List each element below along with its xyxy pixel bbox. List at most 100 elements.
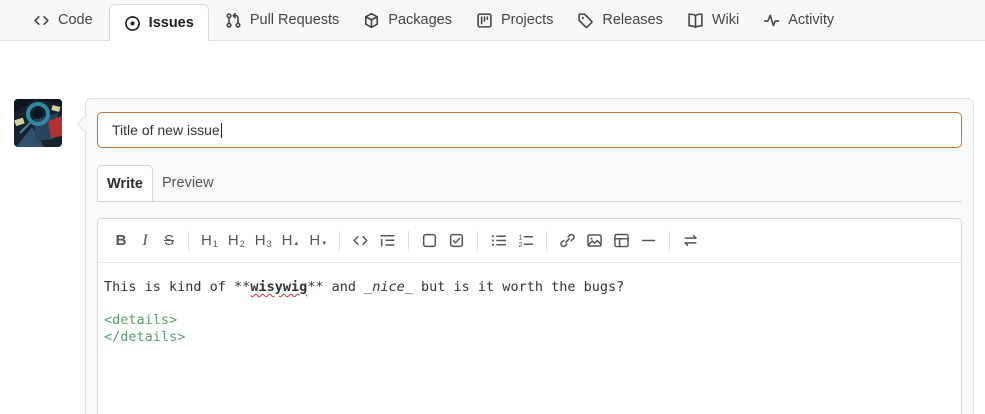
- tab-packages-label: Packages: [388, 12, 452, 28]
- git-pull-request-icon: [226, 12, 241, 28]
- avatar-image: [14, 99, 62, 147]
- tab-wiki[interactable]: Wiki: [675, 0, 751, 40]
- bold-misspelled-word: wisywig: [250, 279, 308, 295]
- issue-title-input[interactable]: Title of new issue: [97, 112, 962, 148]
- toolbar-divider: [188, 230, 189, 251]
- new-issue-comment-box: Title of new issue Write Preview B I S H…: [76, 98, 974, 414]
- link-button[interactable]: [554, 227, 581, 255]
- table-icon: [614, 233, 630, 248]
- ordered-list-button[interactable]: 1 2: [512, 227, 539, 255]
- editor-line: </details>: [104, 329, 955, 346]
- unordered-list-button[interactable]: [485, 227, 512, 255]
- tab-packages[interactable]: Packages: [351, 0, 464, 40]
- editor-line-empty: [104, 296, 955, 313]
- html-details-open-tag: <details>: [104, 312, 178, 329]
- code-icon: [353, 236, 368, 245]
- switch-arrows-icon: [684, 234, 697, 247]
- tab-write-label: Write: [107, 175, 143, 192]
- new-issue-form-area: Title of new issue Write Preview B I S H…: [0, 41, 985, 414]
- heading2-button[interactable]: H2: [223, 227, 250, 255]
- heading1-label: H: [201, 232, 212, 249]
- tab-preview[interactable]: Preview: [153, 165, 223, 201]
- checkbox-empty-button[interactable]: [416, 227, 443, 255]
- heading3-button[interactable]: H3: [250, 227, 277, 255]
- markdown-editor: B I S H1 H2 H3 H ▲ H ▼ 1 2 This is kind …: [97, 218, 962, 414]
- switch-editor-button[interactable]: [677, 227, 704, 255]
- svg-text:1: 1: [519, 234, 523, 241]
- heading2-sub: 2: [239, 239, 245, 249]
- heading3-label: H: [254, 232, 266, 249]
- heading-down-arrow-icon: ▼: [321, 241, 328, 247]
- markdown-toolbar: B I S H1 H2 H3 H ▲ H ▼ 1 2: [98, 219, 961, 263]
- heading-down-label: H: [309, 232, 321, 249]
- editor-tab-bar: Write Preview: [97, 165, 962, 202]
- tab-activity-label: Activity: [788, 12, 835, 28]
- toolbar-divider: [408, 230, 410, 251]
- tab-code-label: Code: [58, 12, 93, 28]
- link-icon: [560, 233, 575, 248]
- tab-pull-requests-label: Pull Requests: [249, 12, 340, 28]
- heading-down-button[interactable]: H ▼: [304, 227, 332, 255]
- italic-word: _nice_: [364, 279, 413, 295]
- tag-icon: [578, 12, 594, 28]
- comment-box-notch: [76, 115, 94, 133]
- project-icon: [477, 12, 492, 28]
- tab-pull-requests[interactable]: Pull Requests: [213, 0, 351, 40]
- user-avatar: [14, 99, 62, 147]
- package-icon: [365, 12, 379, 28]
- html-details-close-tag: </details>: [104, 328, 186, 345]
- quote-icon: [380, 234, 395, 247]
- editor-line: <details>: [104, 312, 955, 329]
- heading3-sub: 3: [266, 239, 272, 249]
- issue-title-value: Title of new issue: [112, 122, 220, 138]
- heading-up-arrow-icon: ▲: [293, 241, 300, 247]
- toolbar-divider: [339, 230, 341, 251]
- heading1-button[interactable]: H1: [196, 227, 223, 255]
- tab-code[interactable]: Code: [21, 0, 105, 40]
- issue-opened-icon: [124, 15, 140, 31]
- checkbox-checked-icon: [450, 233, 464, 248]
- tab-projects-label: Projects: [500, 12, 554, 28]
- heading1-sub: 1: [212, 239, 218, 249]
- checkbox-checked-button[interactable]: [443, 227, 470, 255]
- italic-button[interactable]: I: [133, 227, 157, 255]
- tab-releases-label: Releases: [602, 12, 663, 28]
- tab-preview-label: Preview: [162, 175, 214, 191]
- plain-text: and: [323, 279, 365, 295]
- plain-text: but is it worth the bugs?: [412, 279, 625, 295]
- image-icon: [587, 234, 603, 247]
- heading-up-label: H: [281, 232, 293, 249]
- pulse-icon: [764, 14, 780, 26]
- code-icon: [34, 15, 49, 25]
- plain-text: This is kind of: [104, 279, 235, 295]
- book-icon: [688, 12, 703, 28]
- tab-write[interactable]: Write: [97, 165, 153, 201]
- horizontal-rule-button[interactable]: [635, 227, 662, 255]
- strong-marker: **: [234, 279, 251, 295]
- bold-button[interactable]: B: [109, 227, 133, 255]
- toolbar-divider: [477, 230, 479, 251]
- tab-releases[interactable]: Releases: [565, 0, 674, 40]
- tab-issues[interactable]: Issues: [108, 4, 209, 41]
- svg-text:2: 2: [519, 242, 523, 249]
- heading2-label: H: [227, 232, 239, 249]
- strong-marker: **: [307, 279, 324, 295]
- table-button[interactable]: [608, 227, 635, 255]
- tab-activity[interactable]: Activity: [751, 0, 846, 40]
- markdown-textarea[interactable]: This is kind of **wisywig** and _nice_ b…: [98, 263, 961, 361]
- code-button[interactable]: [347, 227, 374, 255]
- image-button[interactable]: [581, 227, 608, 255]
- heading-up-button[interactable]: H ▲: [277, 227, 305, 255]
- editor-line: This is kind of **wisywig** and _nice_ b…: [104, 279, 955, 296]
- list-unordered-icon: [492, 235, 507, 246]
- tab-wiki-label: Wiki: [711, 12, 740, 28]
- list-ordered-icon: 1 2: [519, 234, 534, 249]
- strikethrough-button[interactable]: S: [157, 227, 181, 255]
- tab-projects[interactable]: Projects: [464, 0, 565, 40]
- toolbar-divider: [669, 230, 671, 251]
- quote-button[interactable]: [374, 227, 401, 255]
- text-cursor: [220, 122, 222, 138]
- tab-issues-label: Issues: [148, 15, 194, 31]
- toolbar-divider: [546, 230, 548, 251]
- horizontal-rule-icon: [642, 239, 656, 242]
